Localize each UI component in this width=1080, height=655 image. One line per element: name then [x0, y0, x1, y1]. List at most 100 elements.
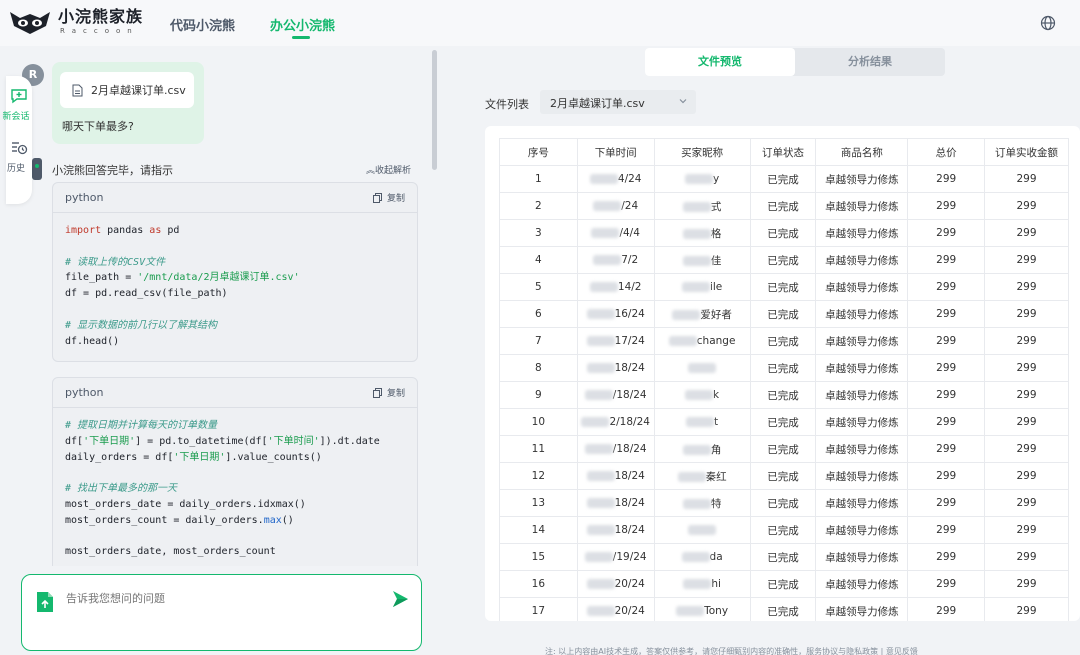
cell-text: 299	[1016, 254, 1037, 266]
table-cell: t	[653, 408, 751, 436]
cell-text: 299	[936, 470, 957, 482]
cell-text: 20/24	[614, 605, 645, 617]
table-row: 13 18/24 特 已完成 卓越领导力修炼 299 299	[499, 489, 1069, 517]
cell-text: 299	[936, 578, 957, 590]
question-input[interactable]	[66, 592, 366, 605]
globe-icon[interactable]	[1040, 15, 1056, 31]
cell-text: 299	[1016, 497, 1037, 509]
cell-text: Tony	[704, 605, 729, 617]
cell-text: 已完成	[767, 254, 799, 267]
upload-file-icon[interactable]	[36, 591, 54, 613]
tab-analysis-result[interactable]: 分析结果	[795, 48, 945, 76]
table-row: 4 7/2 佳 已完成 卓越领导力修炼 299 299	[499, 246, 1069, 274]
cell-text: /4/4	[619, 227, 640, 239]
col-header: 商品名称	[815, 138, 909, 166]
cell-text: k	[713, 389, 720, 401]
cell-text: 299	[936, 362, 957, 374]
cell-text: 299	[1016, 308, 1037, 320]
table-cell: 已完成	[749, 570, 817, 598]
table-row: 8 18/24 已完成 卓越领导力修炼 299 299	[499, 354, 1069, 382]
cell-text: 299	[1016, 389, 1037, 401]
table-cell: 299	[984, 300, 1069, 328]
table-cell: 卓越领导力修炼	[815, 246, 909, 274]
cell-text: 卓越领导力修炼	[825, 389, 899, 402]
file-select[interactable]: 2月卓越课订单.csv	[540, 90, 696, 114]
table-row: 15/19/24 da 已完成 卓越领导力修炼 299 299	[499, 543, 1069, 571]
cell-text: y	[712, 173, 720, 185]
redacted-text	[682, 228, 711, 239]
history-button[interactable]: 历史	[6, 140, 32, 174]
table-cell: 角	[653, 435, 751, 463]
cell-text: 2	[535, 200, 542, 212]
cell-text: 299	[936, 605, 957, 617]
cell-text: 已完成	[767, 173, 799, 186]
col-header: 下单时间	[576, 138, 655, 166]
table-cell: 已完成	[749, 543, 817, 571]
bot-status-text: 小浣熊回答完毕，请指示	[52, 164, 173, 177]
redacted-text	[668, 336, 697, 346]
table-cell: 299	[984, 543, 1069, 571]
cell-text: 爱好者	[700, 308, 732, 321]
code-language: python	[65, 386, 104, 399]
table-cell: 11	[499, 435, 578, 463]
cell-text: 已完成	[767, 470, 799, 483]
redacted-text	[586, 336, 615, 346]
cell-text: 卓越领导力修炼	[825, 605, 899, 618]
redacted-text	[685, 390, 714, 400]
cell-text: 格	[710, 227, 722, 240]
copy-button[interactable]: 复制	[372, 191, 405, 204]
tab-office-raccoon[interactable]: 办公小浣熊	[270, 15, 335, 34]
footer-disclaimer: 注: 以上内容由AI技术生成，答案仅供参考，请您仔细甄别内容的准确性，服务协议与…	[545, 647, 918, 655]
cell-text: 299	[936, 254, 957, 266]
redacted-text	[586, 498, 615, 508]
cell-text: 卓越领导力修炼	[825, 443, 899, 456]
table-cell: 299	[907, 381, 986, 409]
redacted-text	[682, 444, 711, 455]
cell-text: 卓越领导力修炼	[825, 335, 899, 348]
copy-button[interactable]: 复制	[372, 386, 405, 399]
cell-text: 角	[710, 443, 722, 456]
brand-logo[interactable]: 小浣熊家族 Raccoon	[8, 8, 143, 36]
table-row: 2/24 式 已完成 卓越领导力修炼 299 299	[499, 192, 1069, 220]
table-cell: 已完成	[749, 597, 817, 621]
cell-text: 299	[936, 551, 957, 563]
table-cell: hi	[653, 570, 751, 598]
redacted-text	[593, 255, 622, 265]
attached-file[interactable]: 2月卓越课订单.csv	[60, 72, 194, 108]
new-chat-button[interactable]: 新会话	[2, 88, 32, 122]
collapse-analysis-button[interactable]: ︽收起解析	[366, 163, 411, 176]
cell-text: ile	[709, 281, 723, 293]
table-cell: 已完成	[749, 165, 817, 193]
cell-text: 299	[1016, 200, 1037, 212]
table-cell: 299	[984, 327, 1069, 355]
question-input-box[interactable]	[21, 574, 422, 651]
cell-text: 秦红	[705, 470, 727, 483]
file-select-value: 2月卓越课订单.csv	[550, 97, 645, 110]
cell-text: 18/24	[614, 524, 645, 536]
send-icon[interactable]	[390, 589, 410, 609]
cell-text: 佳	[710, 254, 722, 267]
table-cell: 已完成	[749, 516, 817, 544]
table-cell: 已完成	[749, 354, 817, 382]
cell-text: 卓越领导力修炼	[825, 308, 899, 321]
table-cell: 6	[499, 300, 578, 328]
col-header: 买家昵称	[653, 138, 751, 166]
chat-history[interactable]: R 2月卓越课订单.csv 哪天下单最多? 小浣熊回答完毕，请指示 ︽收起解析 …	[6, 46, 436, 566]
cell-text: 299	[936, 416, 957, 428]
cell-text: 15	[531, 551, 546, 563]
cell-text: 已完成	[767, 281, 799, 294]
cell-text: 299	[1016, 227, 1037, 239]
attached-file-name: 2月卓越课订单.csv	[91, 84, 186, 97]
table-cell: 299	[984, 516, 1069, 544]
table-cell: 299	[907, 192, 986, 220]
table-cell: 299	[984, 219, 1069, 247]
table-cell: 18/24	[576, 516, 655, 544]
tab-file-preview[interactable]: 文件预览	[645, 48, 795, 76]
cell-text: 8	[535, 362, 542, 374]
redacted-text	[688, 363, 717, 373]
cell-text: 式	[710, 200, 722, 213]
chat-scrollbar[interactable]	[432, 50, 437, 170]
tab-code-raccoon[interactable]: 代码小浣熊	[170, 15, 235, 34]
cell-text: 卓越领导力修炼	[825, 416, 899, 429]
cell-text: 17/24	[614, 335, 645, 347]
